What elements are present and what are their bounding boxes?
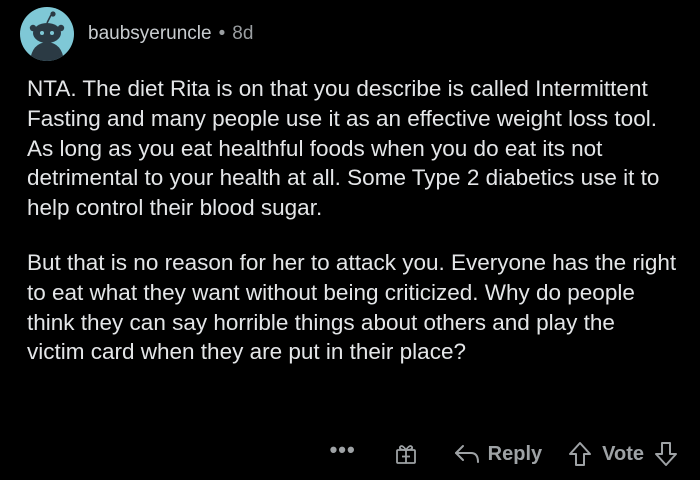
vote-label: Vote	[602, 442, 644, 465]
more-options-icon[interactable]: •••	[330, 439, 356, 468]
author-username[interactable]: baubsyeruncle	[88, 23, 212, 45]
upvote-arrow-icon[interactable]	[568, 441, 592, 467]
award-gift-icon	[395, 445, 416, 464]
downvote-arrow-icon[interactable]	[654, 441, 678, 467]
award-button[interactable]	[394, 442, 418, 466]
comment-age: 8d	[232, 23, 254, 44]
comment-body: NTA. The diet Rita is on that you descri…	[27, 74, 677, 367]
comment-header: baubsyeruncle • 8d	[20, 6, 253, 62]
comment-meta: baubsyeruncle • 8d	[88, 23, 253, 45]
comment-paragraph: But that is no reason for her to attack …	[27, 249, 677, 365]
avatar[interactable]	[20, 7, 74, 61]
comment-paragraph: NTA. The diet Rita is on that you descri…	[27, 76, 660, 221]
vote-controls: Vote	[568, 441, 678, 467]
reply-label: Reply	[487, 442, 543, 465]
snoo-avatar-icon	[29, 11, 65, 61]
reply-button[interactable]: Reply	[454, 443, 542, 466]
comment-actions: ••• Reply Vote	[330, 436, 678, 472]
reply-arrow-icon	[454, 445, 479, 463]
meta-separator: •	[218, 23, 226, 44]
